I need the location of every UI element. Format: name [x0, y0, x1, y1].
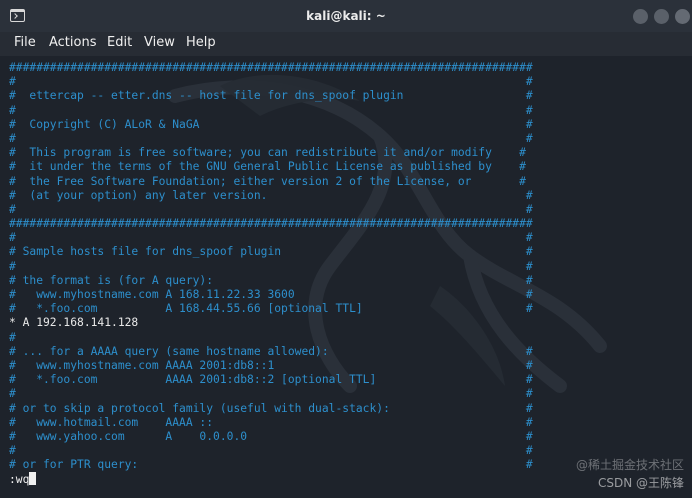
terminal-line: * A 192.168.141.128: [9, 316, 139, 330]
minimize-icon[interactable]: [633, 9, 648, 24]
title-bar[interactable]: kali@kali: ~: [0, 0, 692, 32]
terminal-output: ########################################…: [9, 61, 533, 472]
terminal-line: # www.myhostname.com A 168.11.22.33 3600…: [9, 288, 533, 301]
terminal-line: # or for PTR query: #: [9, 458, 533, 472]
terminal-line: # (at your option) any later version. #: [9, 188, 533, 202]
watermark-csdn: CSDN @王陈锋: [597, 476, 684, 490]
terminal-line: # ettercap -- etter.dns -- host file for…: [9, 89, 533, 103]
watermark: @稀土掘金技术社区 CSDN @王陈锋: [576, 456, 684, 492]
window-title: kali@kali: ~: [306, 9, 386, 23]
terminal-line: #: [9, 330, 16, 344]
menu-actions[interactable]: Actions: [49, 35, 97, 50]
terminal-line: # or to skip a protocol family (useful w…: [9, 401, 533, 415]
terminal-line: # #: [9, 131, 533, 145]
terminal-line: ########################################…: [9, 217, 533, 231]
terminal-line: # #: [9, 75, 533, 89]
menu-view[interactable]: View: [144, 35, 175, 50]
vim-command: :wq: [9, 473, 30, 486]
terminal-line: # www.hotmail.com AAAA :: #: [9, 415, 533, 429]
terminal-line: # #: [9, 103, 533, 117]
terminal-line: # #: [9, 259, 533, 273]
terminal-line: # This program is free software; you can…: [9, 146, 526, 160]
terminal-area[interactable]: ########################################…: [0, 56, 692, 498]
vim-command-line[interactable]: :wq: [9, 472, 37, 486]
terminal-line: # ... for a AAAA query (same hostname al…: [9, 344, 533, 358]
terminal-line: # *.foo.com AAAA 2001:db8::2 [optional T…: [9, 373, 533, 387]
close-icon[interactable]: [675, 9, 690, 24]
terminal-line: # www.yahoo.com A 0.0.0.0 #: [9, 429, 533, 443]
terminal-line: # #: [9, 202, 533, 216]
text-cursor: [29, 472, 37, 485]
terminal-window: kali@kali: ~ File Actions Edit View Help…: [0, 0, 692, 498]
terminal-line: # Copyright (C) ALoR & NaGA #: [9, 117, 533, 131]
maximize-icon[interactable]: [654, 9, 669, 24]
menu-edit[interactable]: Edit: [107, 35, 132, 50]
menu-help[interactable]: Help: [186, 35, 216, 50]
terminal-line: # #: [9, 387, 533, 401]
terminal-line: # #: [9, 231, 533, 245]
terminal-line: # it under the terms of the GNU General …: [9, 160, 526, 174]
menu-file[interactable]: File: [14, 35, 36, 50]
terminal-line: # *.foo.com A 168.44.55.66 [optional TTL…: [9, 302, 533, 316]
terminal-line: # Sample hosts file for dns_spoof plugin…: [9, 245, 533, 259]
terminal-line: ########################################…: [9, 61, 533, 74]
menu-bar: File Actions Edit View Help: [0, 32, 692, 56]
terminal-line: # www.myhostname.com AAAA 2001:db8::1 #: [9, 358, 533, 372]
terminal-line: # the format is (for A query): #: [9, 273, 533, 287]
terminal-line: # the Free Software Foundation; either v…: [9, 174, 526, 188]
terminal-line: # #: [9, 444, 533, 458]
watermark-juejin: @稀土掘金技术社区: [575, 458, 684, 472]
